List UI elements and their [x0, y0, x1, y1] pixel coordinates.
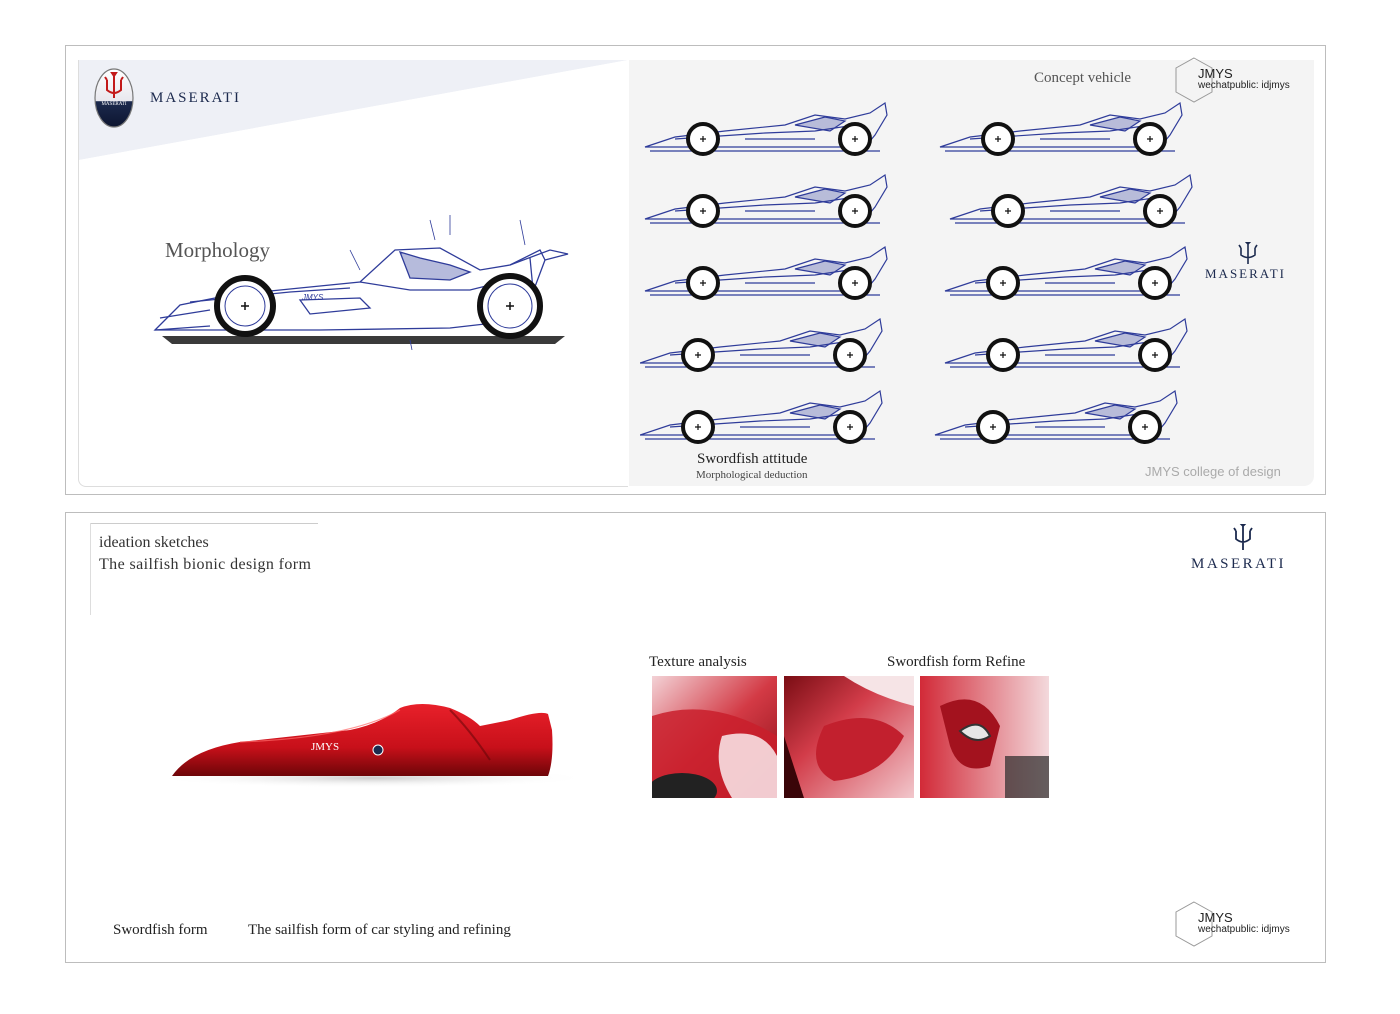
main-sketch-car	[153, 215, 569, 350]
caption-right: The sailfish form of car styling and ref…	[248, 922, 511, 938]
sketch-grid	[640, 101, 1194, 444]
brand-name: MASERATI	[150, 90, 242, 106]
texture-image-2	[784, 676, 914, 798]
sketch-car-10	[933, 389, 1179, 444]
ideation-title: ideation sketches	[99, 534, 209, 551]
right-brand-name: MASERATI	[1205, 266, 1287, 281]
concept-vehicle-label: Concept vehicle	[1034, 70, 1132, 86]
texture-image-1	[652, 676, 777, 798]
sketch-label: JMYS	[302, 293, 324, 302]
jmys-title: JMYS	[1198, 910, 1233, 925]
render-badge-icon	[372, 744, 384, 756]
sketch-car-5	[640, 389, 884, 444]
sketch-car-9	[943, 317, 1189, 372]
bottom-brand-name: MASERATI	[1191, 556, 1287, 572]
sketch-car-7	[948, 173, 1194, 228]
sketch-car-3	[643, 245, 889, 300]
jmys-title: JMYS	[1198, 66, 1233, 81]
sketch-car-2	[643, 173, 889, 228]
maserati-badge: MASERATI	[94, 68, 134, 128]
caption-left: Swordfish form	[113, 922, 208, 938]
jmys-badge-bottom: JMYS wechatpublic: idjmys	[1174, 900, 1304, 948]
trident-icon	[1233, 524, 1253, 550]
ideation-subtitle: The sailfish bionic design form	[99, 556, 312, 573]
sketch-car-4	[640, 317, 884, 372]
sailfish-render	[152, 704, 592, 788]
title-frame-line	[90, 523, 318, 524]
maserati-badge-icon	[94, 68, 134, 128]
title-frame-line	[90, 523, 91, 615]
jmys-subtitle: wechatpublic: idjmys	[1198, 924, 1290, 935]
render-label: JMYS	[311, 741, 340, 753]
jmys-subtitle: wechatpublic: idjmys	[1198, 80, 1290, 91]
texture-image-3	[920, 676, 1049, 798]
trident-icon	[1238, 242, 1258, 264]
sketch-car-1	[643, 101, 889, 156]
texture-label: Texture analysis	[649, 654, 747, 670]
attitude-subtitle: Morphological deduction	[696, 469, 808, 481]
sketch-car-6	[938, 101, 1184, 156]
attitude-title: Swordfish attitude	[697, 451, 808, 467]
refine-label: Swordfish form Refine	[887, 654, 1026, 670]
college-label: JMYS college of design	[1145, 464, 1281, 479]
badge-text: MASERATI	[101, 102, 127, 107]
sketch-car-8	[943, 245, 1189, 300]
